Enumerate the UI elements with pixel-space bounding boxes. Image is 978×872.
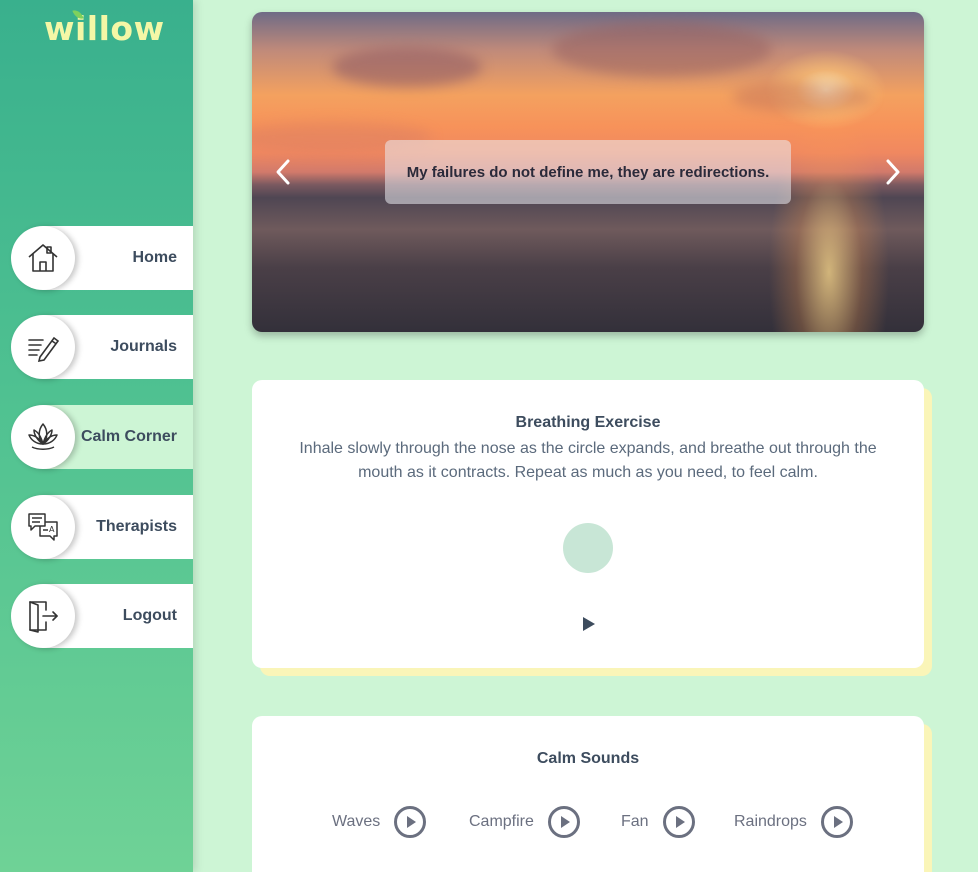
sound-fan[interactable]: Fan [621, 806, 695, 838]
sound-label: Fan [621, 813, 649, 830]
chat-bubbles-icon: A [11, 495, 75, 559]
calm-sounds-card: Calm Sounds Waves Campfire Fan Raindrops [252, 716, 932, 872]
play-circle-icon[interactable] [394, 806, 427, 838]
willow-logo[interactable]: willow [44, 7, 165, 48]
cloud [332, 47, 482, 87]
play-icon[interactable] [583, 617, 595, 631]
svg-text:A: A [49, 525, 55, 534]
calm-sounds-card-body: Calm Sounds Waves Campfire Fan Raindrops [252, 716, 924, 872]
calm-sounds-title: Calm Sounds [536, 750, 640, 767]
breathing-title: Breathing Exercise [515, 414, 661, 431]
play-circle-icon[interactable] [547, 806, 580, 838]
sidebar-item-journals[interactable]: Journals [11, 315, 193, 379]
sunset-banner: My failures do not define me, they are r… [252, 12, 924, 332]
chevron-right-icon [886, 159, 900, 185]
breathing-circle [563, 523, 613, 573]
carousel-prev-button[interactable] [269, 157, 299, 187]
sound-raindrops[interactable]: Raindrops [734, 806, 853, 838]
sidebar-item-label: Calm Corner [80, 428, 177, 445]
sidebar-item-therapists[interactable]: A Therapists [11, 495, 193, 559]
cloud [552, 22, 772, 77]
logo-text: willow [44, 9, 165, 48]
quote-box: My failures do not define me, they are r… [385, 140, 791, 204]
chevron-left-icon [276, 159, 290, 185]
journal-pen-icon [11, 315, 75, 379]
breathing-card: Breathing Exercise Inhale slowly through… [252, 380, 932, 676]
sidebar-item-label: Journals [110, 338, 177, 355]
sidebar-item-logout[interactable]: Logout [11, 584, 193, 648]
lotus-icon [11, 405, 75, 469]
sidebar-item-label: Therapists [96, 518, 177, 535]
sound-label: Waves [332, 813, 381, 830]
sidebar: willow Home Journals Calm Corner A Thera… [0, 0, 193, 872]
cloud [732, 82, 872, 112]
breathing-description: Inhale slowly through the nose as the ci… [299, 440, 877, 481]
play-circle-icon[interactable] [820, 806, 853, 838]
logout-door-icon [11, 584, 75, 648]
sidebar-item-label: Home [132, 249, 177, 266]
sound-label: Raindrops [734, 813, 807, 830]
sound-campfire[interactable]: Campfire [469, 806, 580, 838]
sidebar-item-label: Logout [122, 607, 177, 624]
sound-label: Campfire [469, 813, 534, 830]
quote-text: My failures do not define me, they are r… [406, 163, 770, 181]
breathing-card-body: Breathing Exercise Inhale slowly through… [252, 380, 924, 668]
sidebar-item-calm-corner[interactable]: Calm Corner [11, 405, 193, 469]
sidebar-item-home[interactable]: Home [11, 226, 193, 290]
home-icon [11, 226, 75, 290]
sound-waves[interactable]: Waves [332, 806, 427, 838]
play-circle-icon[interactable] [662, 806, 695, 838]
carousel-next-button[interactable] [877, 157, 907, 187]
